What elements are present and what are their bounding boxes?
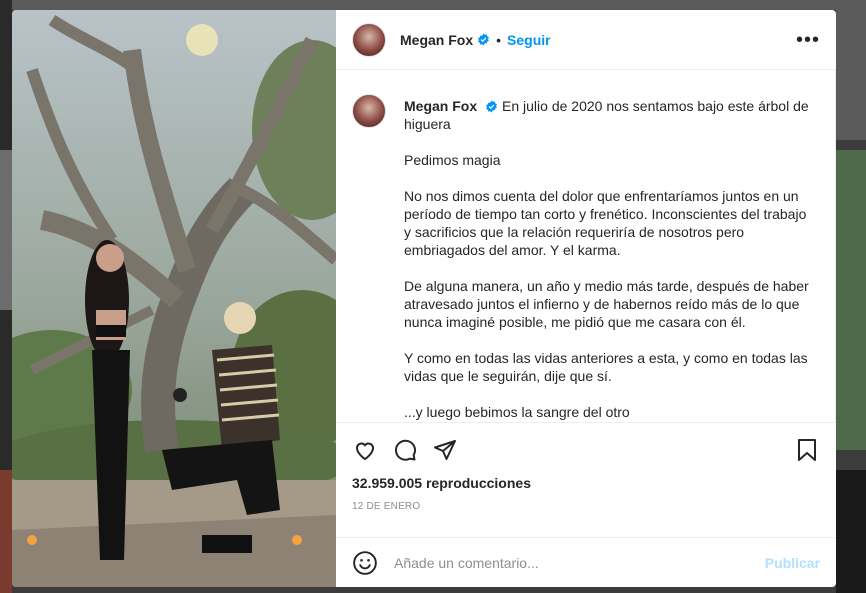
save-button[interactable] xyxy=(794,437,820,463)
background-thumbnail xyxy=(0,470,12,593)
video-frame xyxy=(12,10,336,587)
background-thumbnail xyxy=(836,150,866,450)
share-button[interactable] xyxy=(432,437,458,463)
verified-badge-icon xyxy=(486,100,497,113)
post-details-panel: Megan Fox • Seguir ••• Megan Fox En juli… xyxy=(336,10,836,587)
like-button[interactable] xyxy=(352,437,378,463)
post-actions: 32.959.005 reproducciones 12 DE ENERO xyxy=(336,422,836,537)
bookmark-icon xyxy=(798,439,816,461)
follow-button[interactable]: Seguir xyxy=(507,32,551,48)
comment-button[interactable] xyxy=(392,437,418,463)
paper-plane-icon xyxy=(434,440,456,460)
avatar[interactable] xyxy=(352,22,386,57)
publish-button[interactable]: Publicar xyxy=(765,555,820,571)
verified-badge-icon xyxy=(478,33,489,46)
avatar[interactable] xyxy=(352,94,386,128)
scrollbar[interactable] xyxy=(835,70,836,422)
background-thumbnail xyxy=(836,0,866,140)
username-link[interactable]: Megan Fox xyxy=(400,32,473,48)
caption-text: Megan Fox En julio de 2020 nos sentamos … xyxy=(404,97,814,422)
more-options-icon[interactable]: ••• xyxy=(796,30,820,50)
caption-paragraph: De alguna manera, un año y medio más tar… xyxy=(404,278,809,330)
background-thumbnail xyxy=(0,150,12,310)
view-count[interactable]: 32.959.005 reproducciones xyxy=(352,475,820,491)
caption-paragraph: No nos dimos cuenta del dolor que enfren… xyxy=(404,188,807,258)
background-thumbnail xyxy=(836,470,866,593)
post-modal: Megan Fox • Seguir ••• Megan Fox En juli… xyxy=(12,10,836,587)
post-header: Megan Fox • Seguir ••• xyxy=(336,10,836,70)
caption-username-link[interactable]: Megan Fox xyxy=(404,98,477,114)
post-video[interactable] xyxy=(12,10,336,587)
caption-paragraph: Y como en todas las vidas anteriores a e… xyxy=(404,350,808,384)
caption-paragraph: Megan Fox En julio de 2020 nos sentamos … xyxy=(404,97,814,133)
post-date[interactable]: 12 DE ENERO xyxy=(352,501,820,512)
heart-icon xyxy=(355,442,375,461)
background-navbar xyxy=(0,0,866,10)
caption-paragraph: ...y luego bebimos la sangre del otro xyxy=(404,404,630,420)
caption-paragraph: Pedimos magia xyxy=(404,152,501,168)
comment-input[interactable] xyxy=(392,553,765,572)
separator: • xyxy=(496,31,502,48)
caption-section: Megan Fox En julio de 2020 nos sentamos … xyxy=(336,70,836,422)
comment-icon xyxy=(395,439,416,461)
action-icons xyxy=(352,435,820,465)
comment-bar: Publicar xyxy=(336,537,836,587)
emoji-icon[interactable] xyxy=(352,550,378,576)
